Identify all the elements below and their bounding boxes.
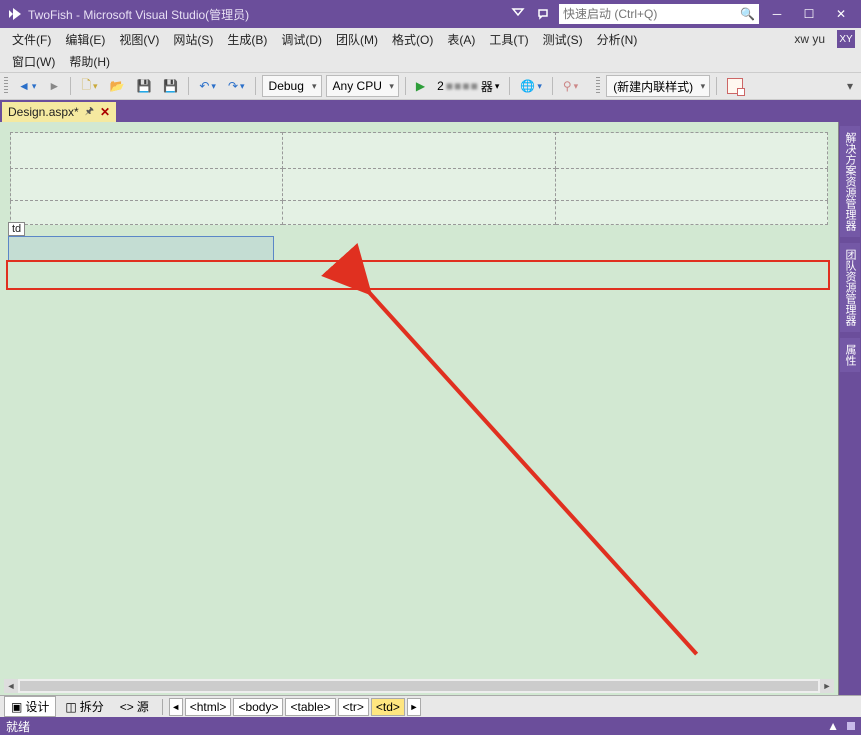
nav-back-button[interactable]: ◄ ▾ [14,75,40,97]
open-file-button[interactable]: 📂 [106,75,129,97]
pin-icon[interactable]: 🖈 [85,104,94,121]
document-tab[interactable]: Design.aspx* 🖈 ✕ [2,102,116,122]
tagpath-html[interactable]: <html> [185,698,232,716]
browser-target-dropdown[interactable]: 2■■■■器 ▾ [433,75,503,97]
window-title: TwoFish - Microsoft Visual Studio(管理员) [28,6,249,23]
panel-solution-explorer[interactable]: 解决方案资源管理器 [840,126,860,237]
toolbar-overflow[interactable]: ▾ [843,75,857,97]
status-text: 就绪 [6,718,30,735]
notifications-icon[interactable] [507,3,529,25]
menu-build[interactable]: 生成(B) [221,29,273,50]
designer-bottom-bar: ▣设计 ◫拆分 <>源 ◄ <html> <body> <table> <tr>… [0,695,861,717]
mode-design[interactable]: ▣设计 [4,696,56,717]
search-icon: 🔍 [740,7,755,21]
quick-launch[interactable]: 🔍 [559,4,759,24]
undo-button[interactable]: ↶ ▾ [195,75,220,97]
browse-with-button[interactable]: 🌐 ▾ [516,75,545,97]
document-tab-label: Design.aspx* [8,105,79,119]
scroll-right-button[interactable]: ► [820,679,834,693]
redo-button[interactable]: ↷ ▾ [224,75,249,97]
panel-properties[interactable]: 属性 [840,338,860,372]
minimize-button[interactable]: ─ [763,4,791,24]
panel-team-explorer[interactable]: 团队资源管理器 [840,243,860,332]
menu-debug[interactable]: 调试(D) [275,29,328,50]
quick-launch-input[interactable] [563,5,740,23]
mode-split[interactable]: ◫拆分 [58,696,110,717]
status-indicator-icon [847,722,855,730]
element-tag-label[interactable]: td [8,222,25,236]
split-icon: ◫ [65,700,76,714]
source-icon: <> [120,700,134,714]
mode-source[interactable]: <>源 [113,696,156,717]
standard-toolbar: ◄ ▾ ► 🗋 ▾ 📂 💾 💾 ↶ ▾ ↷ ▾ Debug Any CPU ▶ … [0,72,861,100]
menu-website[interactable]: 网站(S) [167,29,219,50]
menu-file[interactable]: 文件(F) [6,29,57,50]
menu-team[interactable]: 团队(M) [330,29,384,50]
save-button[interactable]: 💾 [132,75,155,97]
menu-table[interactable]: 表(A) [441,29,481,50]
menu-tools[interactable]: 工具(T) [483,29,534,50]
tagpath-next[interactable]: ► [407,698,421,716]
menu-analyze[interactable]: 分析(N) [591,29,644,50]
horizontal-scrollbar[interactable]: ◄ ► [4,679,834,693]
status-right: ▲ [827,719,855,733]
menu-window[interactable]: 窗口(W) [6,51,61,72]
menu-bar-row2: 窗口(W) 帮助(H) [0,50,861,72]
scroll-thumb[interactable] [20,681,818,691]
tab-close-icon[interactable]: ✕ [100,105,110,119]
design-icon: ▣ [11,700,22,714]
feedback-icon[interactable] [533,3,555,25]
menu-view[interactable]: 视图(V) [113,29,165,50]
menu-test[interactable]: 测试(S) [537,29,589,50]
tagpath-tr[interactable]: <tr> [338,698,369,716]
menu-edit[interactable]: 编辑(E) [59,29,111,50]
target-rule-button[interactable] [723,75,747,97]
status-arrow-icon: ▲ [827,719,839,733]
selected-cell-outline [8,236,274,262]
vs-logo-icon [6,5,24,23]
annotation-highlight [6,260,830,290]
signed-in-user[interactable]: xw yu [794,32,829,46]
nav-forward-button[interactable]: ► [44,75,64,97]
tagpath-prev[interactable]: ◄ [169,698,183,716]
solution-platform-dropdown[interactable]: Any CPU [326,75,399,97]
new-project-button[interactable]: 🗋 ▾ [77,75,101,97]
close-button[interactable]: ✕ [827,4,855,24]
toolbar-grip[interactable] [4,77,8,95]
tagpath-td[interactable]: <td> [371,698,405,716]
menu-format[interactable]: 格式(O) [386,29,439,50]
start-debug-button[interactable]: ▶ [412,75,429,97]
solution-config-dropdown[interactable]: Debug [262,75,322,97]
maximize-button[interactable]: ☐ [795,4,823,24]
scroll-left-button[interactable]: ◄ [4,679,18,693]
html-table[interactable] [10,132,828,225]
save-all-button[interactable]: 💾 [159,75,182,97]
user-avatar[interactable]: XY [837,30,855,48]
menu-bar: 文件(F) 编辑(E) 视图(V) 网站(S) 生成(B) 调试(D) 团队(M… [0,28,861,50]
toolbar-grip-2[interactable] [596,77,600,95]
style-dropdown[interactable]: (新建内联样式) [606,75,710,97]
tagpath-table[interactable]: <table> [285,698,335,716]
menu-help[interactable]: 帮助(H) [63,51,116,72]
tagpath-body[interactable]: <body> [233,698,283,716]
design-surface[interactable]: td ◄ ► [0,122,839,695]
find-in-files-button[interactable]: ⚲ ▾ [559,75,582,97]
